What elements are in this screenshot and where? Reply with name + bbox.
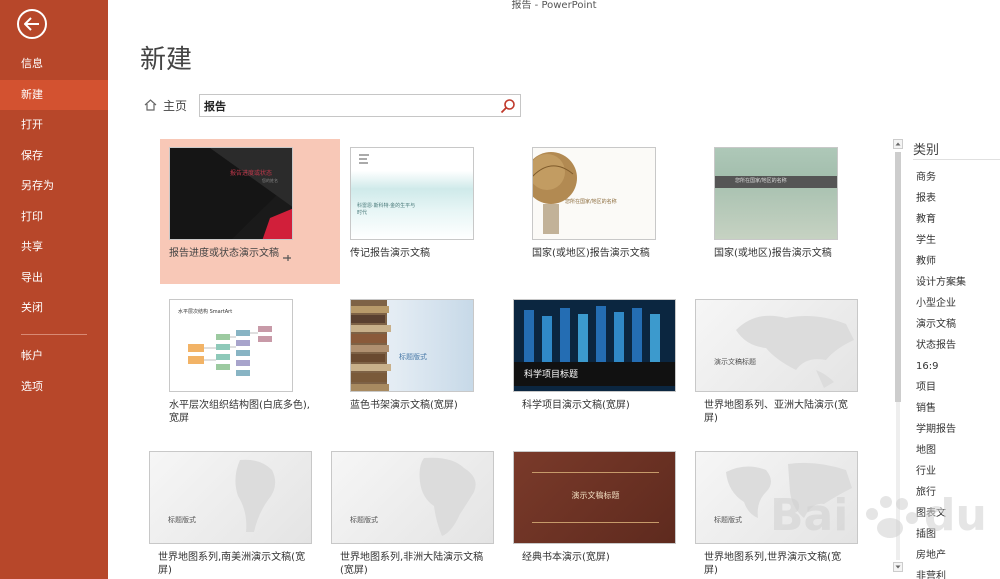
search-box (199, 94, 521, 117)
back-arrow-icon (24, 17, 39, 31)
category-item[interactable]: 状态报告 (916, 340, 956, 352)
category-item[interactable]: 行业 (916, 466, 936, 478)
category-item[interactable]: 报表 (916, 193, 936, 205)
page-title: 新建 (140, 45, 193, 75)
nav-share[interactable]: 共享 (0, 232, 108, 262)
thumb-title: 标题版式 (714, 516, 742, 524)
thumb-title: 标题版式 (350, 516, 378, 524)
template-thumbnail: 演示文稿标题 (695, 299, 858, 392)
thumb-title: 科雷恩·斯科特·金的生平与时代 (357, 203, 416, 216)
category-item[interactable]: 非营利 (916, 571, 946, 579)
category-item[interactable]: 教师 (916, 256, 936, 268)
nav-export[interactable]: 导出 (0, 263, 108, 293)
nav-close[interactable]: 关闭 (0, 293, 108, 323)
category-item[interactable]: 图表文 (916, 508, 946, 520)
template-tile[interactable]: 科学项目标题 科学项目演示文稿(宽屏) (513, 291, 693, 436)
template-tile[interactable]: 水平层次结构 SmartArt 水平层次组织结构图(白底多色),宽屏 (160, 291, 340, 436)
template-tile[interactable]: 标题版式 世界地图系列,南美洲演示文稿(宽屏) (149, 443, 329, 579)
nav-options[interactable]: 选项 (0, 372, 108, 402)
template-thumbnail: 标题版式 (350, 299, 474, 392)
template-label: 传记报告演示文稿 (350, 248, 430, 259)
category-item[interactable]: 学期报告 (916, 424, 956, 436)
thumb-title: 报告进度或状态 (230, 170, 273, 177)
nav-account[interactable]: 帐户 (0, 341, 108, 371)
template-tile[interactable]: 您所在国家/地区的名称 国家(或地区)报告演示文稿 (523, 139, 703, 284)
template-label: 世界地图系列,世界演示文稿(宽屏) (704, 552, 842, 576)
nav-divider (21, 334, 87, 335)
template-label: 科学项目演示文稿(宽屏) (522, 400, 630, 411)
nav-new[interactable]: 新建 (0, 80, 108, 110)
category-item[interactable]: 演示文稿 (916, 319, 956, 331)
template-thumbnail: 科学项目标题 (513, 299, 676, 392)
home-link[interactable]: 主页 (144, 96, 187, 114)
thumb-title: 水平层次结构 SmartArt (178, 309, 233, 315)
template-tile[interactable]: 演示文稿标题 经典书本演示(宽屏) (513, 443, 693, 579)
nav-open[interactable]: 打开 (0, 110, 108, 140)
template-thumbnail: 您所在国家/地区的名称 (714, 147, 838, 240)
template-tile[interactable]: 演示文稿标题 世界地图系列、亚洲大陆演示(宽屏) (695, 291, 875, 436)
category-item[interactable]: 项目 (916, 382, 936, 394)
search-input[interactable] (204, 97, 494, 114)
category-item[interactable]: 商务 (916, 172, 936, 184)
template-thumbnail: 演示文稿标题 (513, 451, 676, 544)
template-label: 报告进度或状态演示文稿 (169, 248, 279, 259)
template-thumbnail: 标题版式 (149, 451, 312, 544)
category-item[interactable]: 房地产 (916, 550, 946, 562)
scroll-down-icon[interactable] (893, 562, 903, 572)
template-tile[interactable]: 标题版式 世界地图系列,世界演示文稿(宽屏) (695, 443, 875, 579)
thumb-title: 标题版式 (399, 353, 427, 361)
category-item[interactable]: 设计方案集 (916, 277, 966, 289)
thumb-title: 演示文稿标题 (571, 491, 620, 500)
scroll-up-icon[interactable] (893, 139, 903, 149)
template-tile[interactable]: 标题版式 世界地图系列,非洲大陆演示文稿(宽屏) (331, 443, 511, 579)
template-label: 经典书本演示(宽屏) (522, 552, 610, 563)
home-icon (144, 99, 157, 111)
thumb-title: 您所在国家/地区的名称 (735, 178, 787, 184)
category-item[interactable]: 学生 (916, 235, 936, 247)
category-panel-title: 类别 (913, 143, 940, 158)
category-item[interactable]: 旅行 (916, 487, 936, 499)
backstage-sidebar: 信息 新建 打开 保存 另存为 打印 共享 导出 关闭 帐户 选项 (0, 0, 108, 579)
nav-print[interactable]: 打印 (0, 202, 108, 232)
template-label: 世界地图系列,南美洲演示文稿(宽屏) (158, 552, 306, 576)
template-label: 国家(或地区)报告演示文稿 (532, 248, 650, 259)
template-tile[interactable]: 标题版式 蓝色书架演示文稿(宽屏) (341, 291, 521, 436)
category-item[interactable]: 16:9 (916, 361, 938, 373)
template-label: 世界地图系列、亚洲大陆演示(宽屏) (704, 400, 848, 424)
home-label: 主页 (163, 98, 188, 113)
thumb-title: 演示文稿标题 (714, 358, 756, 366)
template-thumbnail: 您所在国家/地区的名称 (532, 147, 656, 240)
category-item[interactable]: 小型企业 (916, 298, 956, 310)
thumb-subtitle: 您的姓名 (262, 178, 278, 183)
nav-save[interactable]: 保存 (0, 141, 108, 171)
thumb-title: 科学项目标题 (524, 370, 579, 380)
template-tile[interactable]: 您所在国家/地区的名称 国家(或地区)报告演示文稿 (705, 139, 885, 284)
template-thumbnail: 科雷恩·斯科特·金的生平与时代 (350, 147, 474, 240)
nav-info[interactable]: 信息 (0, 49, 108, 79)
template-label: 水平层次组织结构图(白底多色),宽屏 (169, 400, 310, 424)
category-item[interactable]: 销售 (916, 403, 936, 415)
template-thumbnail: 标题版式 (331, 451, 494, 544)
thumb-title: 您所在国家/地区的名称 (565, 199, 617, 205)
category-item[interactable]: 教育 (916, 214, 936, 226)
window-title: 报告 - PowerPoint (511, 0, 597, 11)
back-button[interactable] (17, 9, 47, 39)
template-label: 世界地图系列,非洲大陆演示文稿(宽屏) (340, 552, 484, 576)
template-label: 蓝色书架演示文稿(宽屏) (350, 400, 458, 411)
pin-icon[interactable] (282, 253, 292, 263)
category-scrollbar-thumb[interactable] (895, 152, 901, 402)
template-tile[interactable]: 科雷恩·斯科特·金的生平与时代 传记报告演示文稿 (341, 139, 521, 284)
template-tile[interactable]: 报告进度或状态 您的姓名 报告进度或状态演示文稿 (160, 139, 340, 284)
category-divider (913, 159, 1000, 160)
thumb-title: 标题版式 (168, 516, 196, 524)
template-thumbnail: 水平层次结构 SmartArt (169, 299, 293, 392)
category-item[interactable]: 地图 (916, 445, 936, 457)
template-label: 国家(或地区)报告演示文稿 (714, 248, 832, 259)
search-icon[interactable] (500, 98, 516, 114)
template-thumbnail: 标题版式 (695, 451, 858, 544)
nav-save-as[interactable]: 另存为 (0, 171, 108, 201)
template-thumbnail: 报告进度或状态 您的姓名 (169, 147, 293, 240)
category-item[interactable]: 插图 (916, 529, 936, 541)
